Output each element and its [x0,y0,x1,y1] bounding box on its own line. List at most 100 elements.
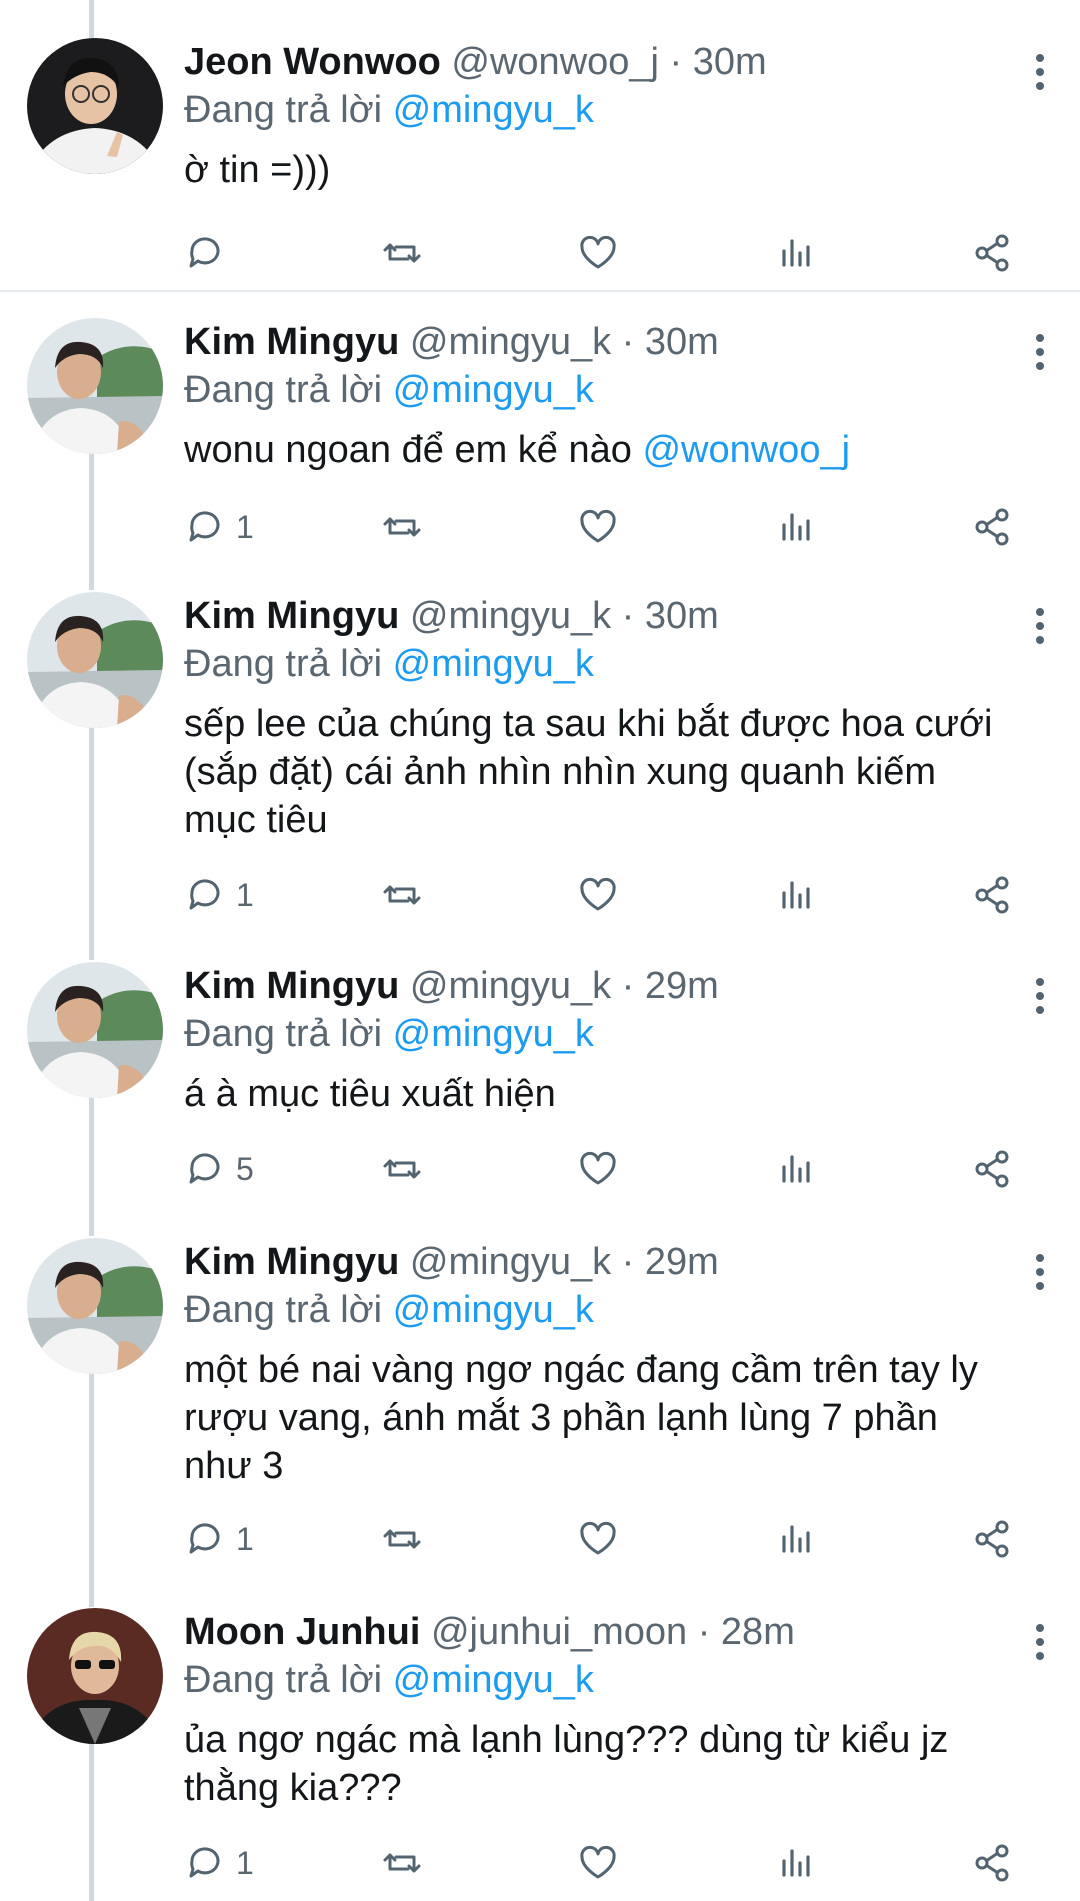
share-button[interactable] [970,502,1014,552]
tweet-text-line: rượu vang, ánh mắt 3 phần lạnh lùng 7 ph… [184,1394,1020,1442]
like-button[interactable] [576,228,620,278]
share-icon [970,1841,1014,1885]
stats-button[interactable] [774,1838,818,1888]
avatar-junhui[interactable] [27,1608,163,1744]
heart-icon [576,231,620,275]
display-name[interactable]: Kim Mingyu [184,1241,399,1283]
timestamp[interactable]: 28m [721,1611,795,1653]
retweet-button[interactable] [380,228,424,278]
avatar-mingyu[interactable] [27,962,163,1098]
display-name[interactable]: Moon Junhui [184,1611,420,1653]
user-handle[interactable]: @junhui_moon [431,1611,687,1653]
tweet-text-line: mục tiêu [184,796,1020,844]
more-vertical-icon[interactable] [1020,1618,1060,1666]
more-vertical-icon[interactable] [1020,48,1060,96]
reply-count: 5 [236,1150,254,1187]
stats-button[interactable] [774,228,818,278]
tweet-text-line: wonu ngoan để em kể nào @wonwoo_j [184,426,1020,474]
timestamp[interactable]: 29m [645,1241,719,1283]
replying-to-mention[interactable]: @mingyu_k [393,1289,594,1331]
user-handle[interactable]: @mingyu_k [410,1241,611,1283]
more-vertical-icon[interactable] [1020,328,1060,376]
share-button[interactable] [970,1144,1014,1194]
user-handle[interactable]: @wonwoo_j [451,41,659,83]
replying-to-mention[interactable]: @mingyu_k [393,369,594,411]
divider [0,290,1080,292]
stats-button[interactable] [774,870,818,920]
display-name[interactable]: Kim Mingyu [184,595,399,637]
text-mention[interactable]: @wonwoo_j [642,429,850,471]
more-vertical-icon[interactable] [1020,972,1060,1020]
tweet-actions: 5 [184,1144,1034,1194]
tweet-text-segment: (sắp đặt) cái ảnh nhìn nhìn xung quanh k… [184,751,937,793]
replying-to-mention[interactable]: @mingyu_k [393,89,594,131]
stats-button[interactable] [774,1144,818,1194]
user-handle[interactable]: @mingyu_k [410,595,611,637]
share-button[interactable] [970,1838,1014,1888]
share-button[interactable] [970,870,1014,920]
tweet-text-segment: á à mục tiêu xuất hiện [184,1073,556,1115]
tweet-text: wonu ngoan để em kể nào @wonwoo_j [184,426,1020,474]
display-name[interactable]: Kim Mingyu [184,321,399,363]
like-button[interactable] [576,1838,620,1888]
retweet-button[interactable] [380,502,424,552]
like-button[interactable] [576,1514,620,1564]
share-button[interactable] [970,228,1014,278]
tweet-header: Kim Mingyu @mingyu_k · 30m [184,318,1020,366]
tweet-content: Kim Mingyu @mingyu_k · 30m Đang trả lời @… [184,318,1020,474]
like-button[interactable] [576,1144,620,1194]
avatar-mingyu[interactable] [27,318,163,454]
avatar-mingyu[interactable] [27,1238,163,1374]
reply-button[interactable]: 1 [184,502,254,552]
tweet-text-segment: mục tiêu [184,799,328,841]
timestamp[interactable]: 30m [693,41,767,83]
stats-button[interactable] [774,502,818,552]
reply-count: 1 [236,508,254,545]
reply-icon [184,1517,228,1561]
more-vertical-icon[interactable] [1020,602,1060,650]
reply-button[interactable]: 1 [184,1514,254,1564]
reply-icon [184,1841,228,1885]
share-icon [970,1517,1014,1561]
reply-button[interactable]: 5 [184,1144,254,1194]
retweet-button[interactable] [380,1514,424,1564]
tweet-actions: 1 [184,502,1034,552]
heart-icon [576,505,620,549]
share-button[interactable] [970,1514,1014,1564]
tweet-header: Kim Mingyu @mingyu_k · 30m [184,592,1020,640]
timestamp[interactable]: 29m [645,965,719,1007]
avatar-wonwoo[interactable] [27,38,163,174]
analytics-icon [774,1517,818,1561]
replying-to: Đang trả lời @mingyu_k [184,1656,1020,1704]
heart-icon [576,1517,620,1561]
replying-to-mention[interactable]: @mingyu_k [393,643,594,685]
tweet-actions: 1 [184,1514,1034,1564]
timestamp[interactable]: 30m [645,595,719,637]
tweet-text-line: ờ tin =))) [184,146,1020,194]
display-name[interactable]: Kim Mingyu [184,965,399,1007]
heart-icon [576,1147,620,1191]
more-vertical-icon[interactable] [1020,1248,1060,1296]
stats-button[interactable] [774,1514,818,1564]
retweet-button[interactable] [380,1838,424,1888]
retweet-icon [380,873,424,917]
avatar-mingyu[interactable] [27,592,163,728]
reply-button[interactable]: 1 [184,870,254,920]
retweet-button[interactable] [380,870,424,920]
retweet-icon [380,1841,424,1885]
replying-to-mention[interactable]: @mingyu_k [393,1659,594,1701]
like-button[interactable] [576,870,620,920]
tweet-text-segment: sếp lee của chúng ta sau khi bắt được ho… [184,703,993,745]
user-handle[interactable]: @mingyu_k [410,321,611,363]
reply-button[interactable] [184,228,228,278]
heart-icon [576,873,620,917]
timestamp[interactable]: 30m [645,321,719,363]
tweet-header: Kim Mingyu @mingyu_k · 29m [184,1238,1020,1286]
replying-to-mention[interactable]: @mingyu_k [393,1013,594,1055]
replying-to-label: Đang trả lời [184,89,383,131]
user-handle[interactable]: @mingyu_k [410,965,611,1007]
reply-button[interactable]: 1 [184,1838,254,1888]
display-name[interactable]: Jeon Wonwoo [184,41,441,83]
like-button[interactable] [576,502,620,552]
retweet-button[interactable] [380,1144,424,1194]
